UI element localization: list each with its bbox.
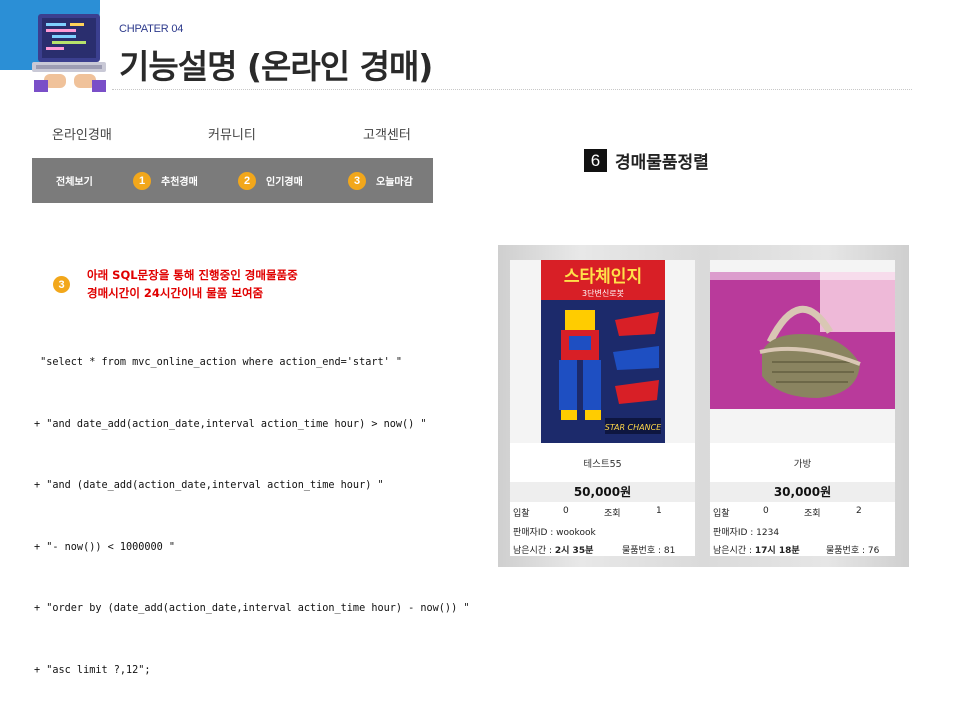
subnav-label-recommended: 추천경매 [161,177,198,188]
toy-robot-box-drawing: 스타체인지 3단변신로봇 STAR CHANCE [540,260,665,443]
number-1-badge-icon: 1 [133,171,151,190]
nav-item-online-auction[interactable]: 온라인경매 [52,124,112,143]
item-number: 물품번호 : 76 [826,546,880,556]
sql-note-line-1: 아래 SQL문장을 통해 진행중인 경매물품중 [87,268,298,282]
section-heading: 6 경매물품정렬 [584,148,709,173]
auction-card[interactable]: 가방 30,000원 입찰 0 조회 2 판매자ID : 1234 남은시간 :… [710,260,895,556]
subnav-label-all: 전체보기 [56,177,93,188]
chapter-label: CHPATER 04 [119,23,184,35]
subnav-item-recommended[interactable]: 1 추천경매 [133,158,198,203]
view-label: 조회 [804,509,821,519]
code-line: + "and (date_add(action_date,interval ac… [34,480,384,491]
nav-item-customer-center[interactable]: 고객센터 [363,124,411,143]
sql-note-line-2: 경매시간이 24시간이내 물품 보여줌 [87,286,264,300]
remaining-time-value: 17시 18분 [754,546,800,556]
subnav-item-all[interactable]: 전체보기 [56,158,93,203]
title-divider [112,89,912,90]
auction-card[interactable]: 스타체인지 3단변신로봇 STAR CHANCE 테스트55 50,000원 입… [510,260,695,556]
auction-list-panel: 스타체인지 3단변신로봇 STAR CHANCE 테스트55 50,000원 입… [498,245,909,567]
subnav-label-popular: 인기경매 [266,177,303,188]
subnav-label-closing-today: 오늘마감 [376,177,413,188]
item-price: 50,000원 [510,482,695,502]
view-count: 2 [856,506,862,516]
box-title-text: 스타체인지 [563,267,641,287]
code-line: + "and date_add(action_date,interval act… [34,418,427,430]
item-price: 30,000원 [710,482,895,502]
remaining-time-label: 남은시간 : [713,546,755,556]
top-nav: 온라인경매 커뮤니티 고객센터 [32,124,433,148]
handbag-image[interactable] [710,260,895,443]
code-line: + "order by (date_add(action_date,interv… [34,603,470,614]
sql-code-block: "select * from mvc_online_action where a… [34,312,469,702]
box-subtitle-text: 3단변신로봇 [582,288,624,298]
handbag-drawing [710,272,895,409]
section-title: 경매물품정렬 [615,153,709,173]
view-count: 1 [656,506,662,516]
number-2-badge-icon: 2 [238,171,256,190]
remaining-time-label: 남은시간 : [513,546,555,556]
subnav-item-popular[interactable]: 2 인기경매 [238,158,303,203]
box-brand-text: STAR CHANCE [604,423,661,432]
number-3-badge-icon: 3 [348,171,366,190]
sql-note: 아래 SQL문장을 통해 진행중인 경매물품중 경매시간이 24시간이내 물품 … [87,266,298,302]
seller-id: 판매자ID : wookook [513,528,596,538]
bid-label: 입찰 [513,509,530,519]
seller-id: 판매자ID : 1234 [713,528,780,538]
bid-count: 0 [763,506,769,516]
bid-label: 입찰 [713,509,730,519]
item-name[interactable]: 가방 [710,456,895,470]
toy-robot-box-image[interactable]: 스타체인지 3단변신로봇 STAR CHANCE [510,260,695,443]
laptop-coding-icon [32,14,106,92]
page-title: 기능설명 (온라인 경매) [119,47,433,86]
bid-count: 0 [563,506,569,516]
view-label: 조회 [604,509,621,519]
code-line: "select * from mvc_online_action where a… [34,357,403,368]
remaining-time: 남은시간 : 17시 18분 [713,543,800,556]
remaining-time: 남은시간 : 2시 35분 [513,543,593,556]
code-line: + "- now()) < 1000000 " [34,541,176,553]
nav-item-community[interactable]: 커뮤니티 [208,124,256,143]
item-number: 물품번호 : 81 [622,546,676,556]
section-number-badge: 6 [584,149,607,172]
number-3-badge-icon: 3 [53,276,70,293]
sub-nav-bar: 전체보기 1 추천경매 2 인기경매 3 오늘마감 [32,158,433,203]
code-line: + "asc limit ?,12"; [34,664,151,676]
item-name[interactable]: 테스트55 [510,456,695,470]
subnav-item-closing-today[interactable]: 3 오늘마감 [348,158,413,203]
remaining-time-value: 2시 35분 [554,546,594,556]
